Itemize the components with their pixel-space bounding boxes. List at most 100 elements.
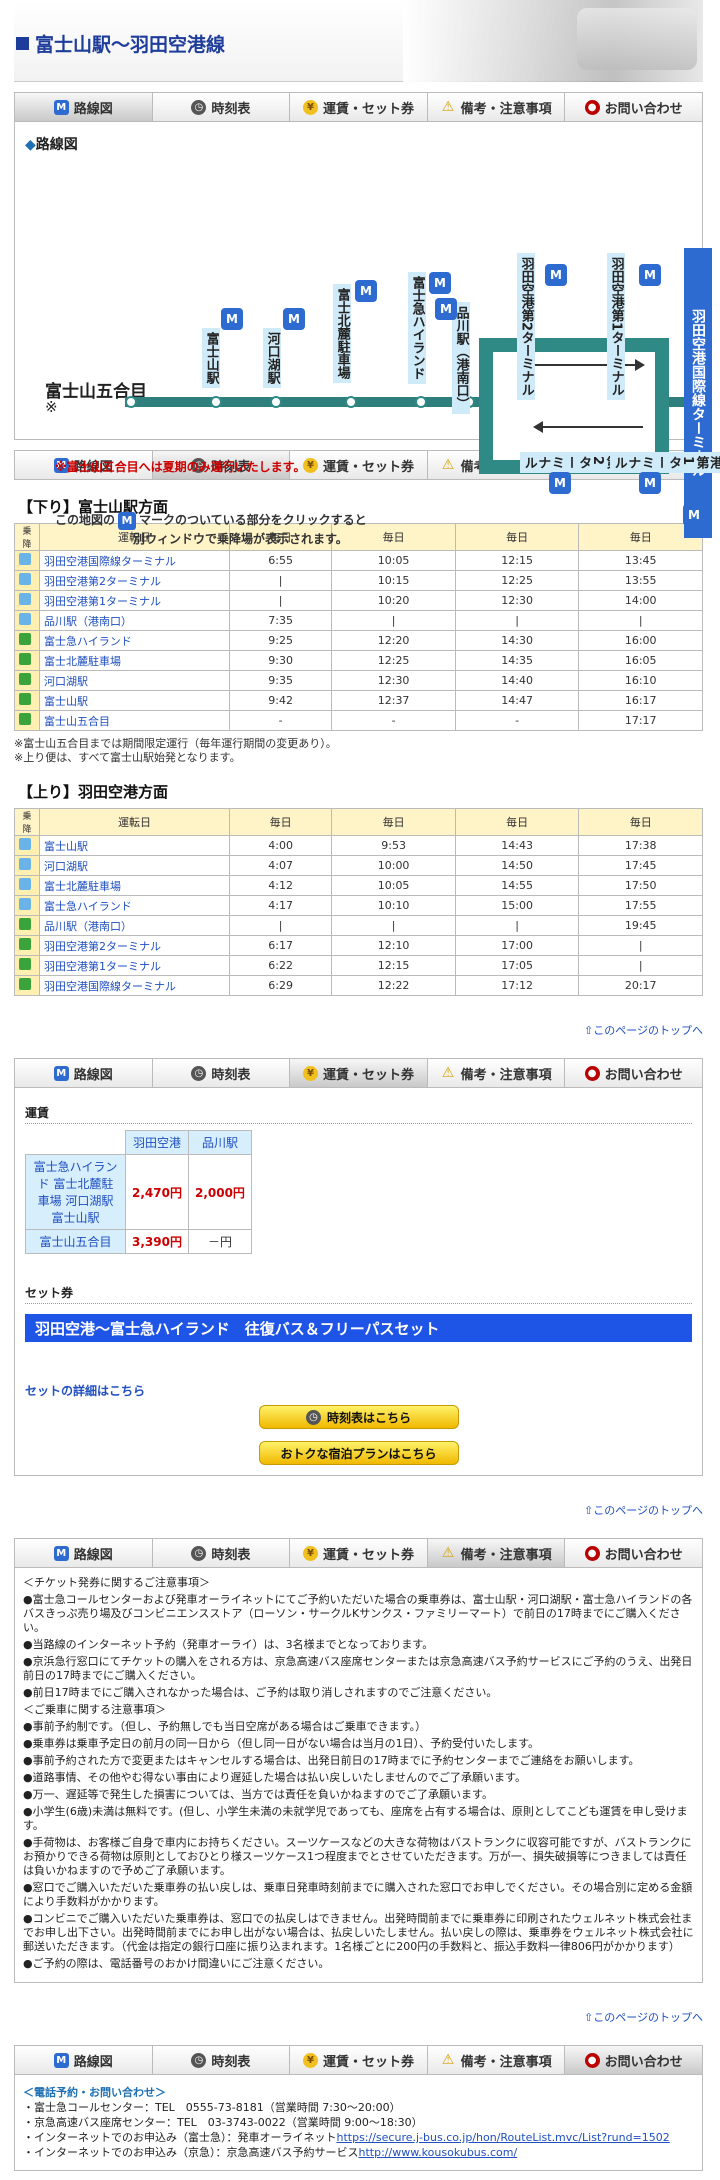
stop-label-t1-top: 羽田空港第1ターミナル xyxy=(607,253,625,401)
m-stop-button[interactable]: M xyxy=(221,308,243,330)
page-top-link[interactable]: ⇧このページのトップへ xyxy=(14,1022,703,1038)
station-name[interactable]: 富士山駅 xyxy=(39,690,230,711)
warning-icon: ⚠ xyxy=(441,2052,455,2068)
stop-marker xyxy=(210,396,222,408)
tab-route-map[interactable]: M 路線図 xyxy=(15,1539,153,1567)
tab-route-map[interactable]: M 路線図 xyxy=(15,1059,153,1087)
tab-contact[interactable]: ●お問い合わせ xyxy=(565,2046,702,2074)
m-icon: M xyxy=(53,99,69,115)
board-indicator xyxy=(14,955,40,976)
station-name[interactable]: 河口湖駅 xyxy=(39,670,230,691)
station-name[interactable]: 富士急ハイランド xyxy=(39,895,230,916)
set-ticket-bar[interactable]: 羽田空港～富士急ハイランド 往復バス＆フリーパスセット xyxy=(25,1314,692,1342)
note-item: ●乗車券は乗車予定日の前月の同一日から（但し同一日がない場合は当月の1日）、予約… xyxy=(23,1737,539,1750)
tab-contact[interactable]: ●お問い合わせ xyxy=(565,1539,702,1567)
diamond-icon: ◆ xyxy=(25,137,36,153)
board-indicator xyxy=(14,835,40,856)
m-stop-button[interactable]: M xyxy=(429,272,451,294)
station-name[interactable]: 品川駅（港南口） xyxy=(39,915,230,936)
clock-icon: ◷ xyxy=(191,2052,207,2068)
m-stop-button[interactable]: M xyxy=(355,280,377,302)
tab-timetable[interactable]: ◷ 時刻表 xyxy=(153,1059,291,1087)
tab-timetable[interactable]: ◷ 時刻表 xyxy=(153,1539,291,1567)
tab-fare[interactable]: ¥ 運賃・セット券 xyxy=(290,1059,428,1087)
tab-contact[interactable]: ●お問い合わせ xyxy=(565,93,702,121)
board-indicator xyxy=(14,550,40,571)
tab-route-map[interactable]: M 路線図 xyxy=(15,93,153,121)
tab-notes[interactable]: ⚠ 備考・注意事項 xyxy=(428,1059,566,1087)
lodging-plan-button[interactable]: おトクな宿泊プランはこちら xyxy=(258,1441,459,1465)
station-name[interactable]: 河口湖駅 xyxy=(39,855,230,876)
station-name[interactable]: 品川駅（港南口） xyxy=(39,610,230,631)
arrow-up-icon: ⇧ xyxy=(584,2011,594,2024)
m-stop-button[interactable]: M xyxy=(545,264,567,286)
column-header: 運転日 xyxy=(39,808,230,836)
table-row: 河口湖駅 9:35 12:30 14:40 16:10 xyxy=(14,670,703,691)
tab-fare[interactable]: ¥ 運賃・セット券 xyxy=(290,451,428,479)
page-top-link[interactable]: ⇧このページのトップへ xyxy=(14,2009,703,2025)
map-title-text: 路線図 xyxy=(35,137,78,153)
arrow-right-icon xyxy=(535,359,645,371)
tab-notes[interactable]: ⚠ 備考・注意事項 xyxy=(427,1539,566,1567)
tab-route-map[interactable]: M 路線図 xyxy=(15,2046,153,2074)
fare-col-header: 品川駅 xyxy=(187,1130,252,1155)
time-cell: 10:00 xyxy=(331,855,456,876)
m-stop-button[interactable]: M xyxy=(639,264,661,286)
m-stop-button[interactable]: M xyxy=(683,504,705,526)
time-cell: 10:05 xyxy=(331,875,456,896)
timetable-up: 【上り】羽田空港方面 乗降 運転日 毎日 毎日 毎日 毎日 富士山駅 4:00 9:… xyxy=(14,781,703,996)
time-cell: 16:00 xyxy=(578,630,703,651)
contact-panel: ＜電話予約・お問い合わせ＞ ・富士急コールセンター：TEL 0555-73-81… xyxy=(14,2075,703,2171)
station-name[interactable]: 羽田空港第2ターミナル xyxy=(39,935,230,956)
set-details-link[interactable]: セットの詳細はこちら xyxy=(25,1382,692,1399)
page-top-link[interactable]: ⇧このページのトップへ xyxy=(14,1502,703,1518)
time-cell: 6:17 xyxy=(228,935,333,956)
tab-fare[interactable]: ¥ 運賃・セット券 xyxy=(290,93,428,121)
tab-notes[interactable]: ⚠ 備考・注意事項 xyxy=(428,93,566,121)
timetable-button[interactable]: ◷ 時刻表はこちら xyxy=(258,1405,459,1429)
board-icon xyxy=(19,898,31,910)
station-name[interactable]: 羽田空港第1ターミナル xyxy=(39,955,230,976)
table-row: 羽田空港第1ターミナル | 10:20 12:30 14:00 xyxy=(14,590,703,611)
station-name[interactable]: 富士山五合目 xyxy=(39,710,230,731)
tab-contact[interactable]: ●お問い合わせ xyxy=(565,1059,702,1087)
keikyu-booking-link[interactable]: http://www.kousokubus.com/ xyxy=(359,2146,518,2159)
time-cell: 17:45 xyxy=(578,855,703,876)
board-indicator xyxy=(14,590,40,611)
station-name[interactable]: 羽田空港国際線ターミナル xyxy=(39,550,230,571)
warning-icon: ⚠ xyxy=(441,457,455,473)
time-cell: 10:10 xyxy=(331,895,456,916)
tab-label: 運賃・セット券 xyxy=(322,1547,414,1563)
station-name[interactable]: 羽田空港第1ターミナル xyxy=(39,590,230,611)
time-cell: 14:35 xyxy=(454,650,580,671)
tab-timetable[interactable]: ◷ 時刻表 xyxy=(153,2046,291,2074)
time-cell: 9:42 xyxy=(228,690,333,711)
m-icon: M xyxy=(53,1065,69,1081)
board-indicator xyxy=(14,690,40,711)
tab-fare[interactable]: ¥ 運賃・セット券 xyxy=(290,1539,428,1567)
station-name[interactable]: 富士北麓駐車場 xyxy=(39,875,230,896)
tab-label: お問い合わせ xyxy=(604,2054,683,2070)
m-stop-button[interactable]: M xyxy=(283,308,305,330)
m-stop-button[interactable]: M xyxy=(549,472,571,494)
board-indicator xyxy=(14,670,40,691)
tab-timetable[interactable]: ◷ 時刻表 xyxy=(153,93,291,121)
fare-value: 3,390円 xyxy=(125,1229,189,1254)
station-name[interactable]: 富士山駅 xyxy=(39,835,230,856)
m-stop-button[interactable]: M xyxy=(639,472,661,494)
column-header: 毎日 xyxy=(228,808,333,836)
contact-line: ・インターネットでのお申込み（富士急）：発車オーライネットhttps://sec… xyxy=(23,2131,670,2144)
m-stop-button[interactable]: M xyxy=(435,298,457,320)
tab-notes[interactable]: ⚠ 備考・注意事項 xyxy=(428,2046,566,2074)
tab-fare[interactable]: ¥ 運賃・セット券 xyxy=(290,2046,428,2074)
time-cell: 17:00 xyxy=(454,935,580,956)
station-name[interactable]: 富士急ハイランド xyxy=(39,630,230,651)
time-cell: 17:50 xyxy=(578,875,703,896)
station-name[interactable]: 羽田空港国際線ターミナル xyxy=(39,975,230,996)
station-name[interactable]: 富士北麓駐車場 xyxy=(39,650,230,671)
station-name[interactable]: 羽田空港第2ターミナル xyxy=(39,570,230,591)
column-header: 乗降 xyxy=(14,808,40,836)
time-cell: | xyxy=(454,610,580,631)
fujikyu-booking-link[interactable]: https://secure.j-bus.co.jp/hon/RouteList… xyxy=(337,2131,670,2144)
time-cell: 14:00 xyxy=(578,590,703,611)
